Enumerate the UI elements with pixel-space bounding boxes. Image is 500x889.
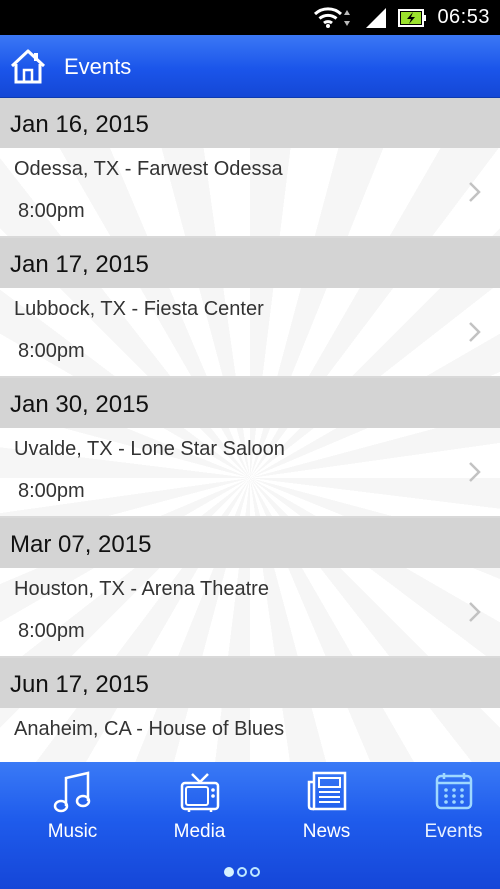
signal-icon	[366, 8, 386, 28]
event-venue: Odessa, TX - Farwest Odessa	[14, 158, 283, 180]
date-header: Mar 07, 2015	[0, 518, 500, 568]
event-time: 8:00pm	[18, 200, 85, 222]
event-time: 8:00pm	[18, 620, 85, 642]
tab-label: Events	[424, 821, 483, 842]
battery-charging-icon	[398, 9, 426, 27]
page-dot[interactable]	[237, 867, 247, 877]
chevron-right-icon	[469, 602, 481, 622]
event-venue: Houston, TX - Arena Theatre	[14, 578, 269, 600]
tab-bar: Music Media News Events	[0, 762, 500, 889]
page-dot-active[interactable]	[224, 867, 234, 877]
page-indicator	[224, 864, 263, 882]
event-row[interactable]: Anaheim, CA - House of Blues	[0, 708, 500, 762]
event-row[interactable]: Lubbock, TX - Fiesta Center 8:00pm	[0, 288, 500, 378]
tab-news[interactable]: News	[264, 762, 389, 862]
event-row[interactable]: Odessa, TX - Farwest Odessa 8:00pm	[0, 148, 500, 238]
data-arrows-icon	[344, 10, 350, 26]
status-bar: 06:53	[0, 0, 500, 35]
event-row[interactable]: Houston, TX - Arena Theatre 8:00pm	[0, 568, 500, 658]
event-time: 8:00pm	[18, 340, 85, 362]
page-dot[interactable]	[250, 867, 260, 877]
date-header: Jan 17, 2015	[0, 238, 500, 288]
tab-label: Media	[173, 821, 226, 842]
action-bar: Events	[0, 35, 500, 98]
newspaper-icon	[307, 771, 347, 811]
tv-icon	[180, 773, 220, 812]
wifi-icon	[313, 7, 343, 28]
event-venue: Uvalde, TX - Lone Star Saloon	[14, 438, 285, 460]
tab-music[interactable]: Music	[10, 762, 135, 862]
clock: 06:53	[437, 6, 490, 28]
calendar-icon	[435, 773, 473, 810]
chevron-right-icon	[469, 322, 481, 342]
tab-label: Music	[47, 821, 98, 842]
event-time: 8:00pm	[18, 480, 85, 502]
date-header: Jun 17, 2015	[0, 658, 500, 708]
event-row[interactable]: Uvalde, TX - Lone Star Saloon 8:00pm	[0, 428, 500, 518]
home-icon[interactable]	[8, 47, 48, 85]
date-header: Jan 16, 2015	[0, 98, 500, 148]
tab-events[interactable]: Events	[391, 762, 500, 862]
tab-media[interactable]: Media	[137, 762, 262, 862]
chevron-right-icon	[469, 462, 481, 482]
event-venue: Anaheim, CA - House of Blues	[14, 718, 285, 740]
event-list: Jan 16, 2015 Odessa, TX - Farwest Odessa…	[0, 98, 500, 762]
event-venue: Lubbock, TX - Fiesta Center	[14, 298, 264, 320]
tab-label: News	[302, 821, 351, 842]
date-header: Jan 30, 2015	[0, 378, 500, 428]
chevron-right-icon	[469, 182, 481, 202]
page-title: Events	[64, 54, 132, 79]
music-note-icon	[53, 771, 91, 813]
